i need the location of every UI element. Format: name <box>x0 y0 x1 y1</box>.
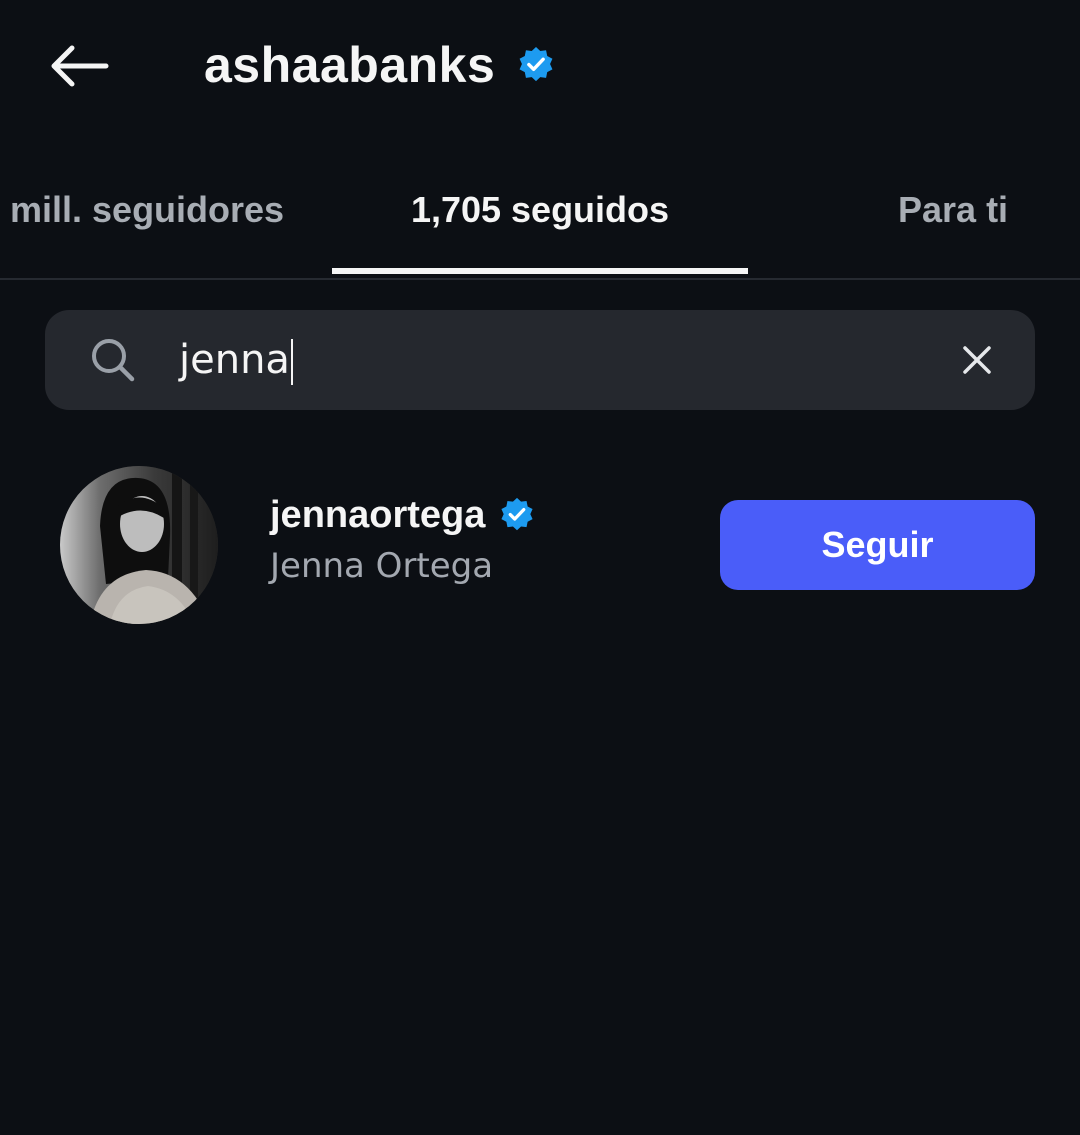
result-username: jennaortega <box>270 493 486 536</box>
page-title: ashaabanks <box>204 30 555 100</box>
search-input[interactable]: jenna <box>179 330 293 390</box>
search-input-value: jenna <box>179 337 290 383</box>
close-icon <box>963 346 991 374</box>
tab-followers[interactable]: mill. seguidores <box>10 150 284 270</box>
search-icon <box>89 336 137 384</box>
tab-for-you[interactable]: Para ti <box>898 150 1008 270</box>
user-info[interactable]: jennaortega Jenna Ortega <box>270 490 535 590</box>
profile-username: ashaabanks <box>204 37 496 93</box>
list-item[interactable]: jennaortega Jenna Ortega Seguir <box>0 456 1080 636</box>
clear-search-button[interactable] <box>953 336 1001 384</box>
follow-button[interactable]: Seguir <box>720 500 1035 590</box>
following-list-screen: ashaabanks mill. seguidores 1,705 seguid… <box>0 0 1080 1135</box>
search-bar[interactable]: jenna <box>45 310 1035 410</box>
verified-badge-icon <box>517 46 555 84</box>
tab-bar: mill. seguidores 1,705 seguidos Para ti <box>0 150 1080 280</box>
text-caret <box>290 339 293 385</box>
tab-following[interactable]: 1,705 seguidos <box>332 150 748 270</box>
arrow-left-icon <box>51 45 109 87</box>
verified-badge-icon <box>499 497 535 533</box>
active-tab-indicator <box>332 268 748 274</box>
back-button[interactable] <box>40 34 116 98</box>
result-full-name: Jenna Ortega <box>270 546 494 586</box>
avatar[interactable] <box>60 466 218 624</box>
